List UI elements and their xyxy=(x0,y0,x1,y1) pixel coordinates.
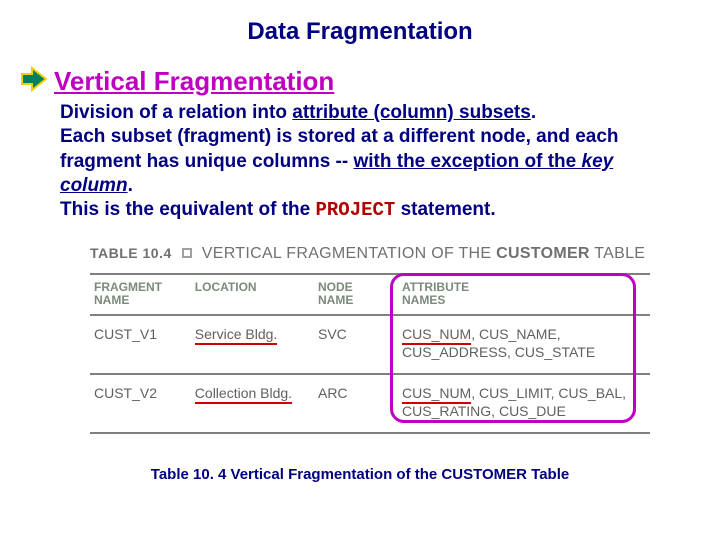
th-fragment: FRAGMENT NAME xyxy=(90,274,191,316)
th-node: NODE NAME xyxy=(314,274,398,316)
table-row: CUST_V1 Service Bldg. SVC CUS_NUM, CUS_N… xyxy=(90,315,650,374)
cell-fragment: CUST_V1 xyxy=(90,315,191,374)
body-p1b: attribute (column) subsets xyxy=(292,102,531,123)
slide-title: Data Fragmentation xyxy=(0,0,720,54)
location-underline: Service Bldg. xyxy=(195,326,277,345)
table-title-row: TABLE 10.4 VERTICAL FRAGMENTATION OF THE… xyxy=(90,245,650,263)
table-wrap: TABLE 10.4 VERTICAL FRAGMENTATION OF THE… xyxy=(90,245,650,435)
arrow-bullet-icon xyxy=(20,66,48,97)
table-row: CUST_V2 Collection Bldg. ARC CUS_NUM, CU… xyxy=(90,374,650,433)
cell-node: ARC xyxy=(314,374,398,433)
section-row: Vertical Fragmentation xyxy=(20,66,720,97)
cell-location: Service Bldg. xyxy=(191,315,314,374)
cell-attrs: CUS_NUM, CUS_LIMIT, CUS_BAL, CUS_RATING,… xyxy=(398,374,650,433)
cell-location: Collection Bldg. xyxy=(191,374,314,433)
code-project: PROJECT xyxy=(315,199,395,221)
location-underline: Collection Bldg. xyxy=(195,385,292,404)
table-title-b: CUSTOMER xyxy=(496,245,590,262)
cell-attrs: CUS_NUM, CUS_NAME, CUS_ADDRESS, CUS_STAT… xyxy=(398,315,650,374)
table-title: VERTICAL FRAGMENTATION OF THE CUSTOMER T… xyxy=(202,245,646,263)
body-text: Division of a relation into attribute (c… xyxy=(60,101,690,223)
table-title-c: TABLE xyxy=(590,245,645,262)
body-p1c: . xyxy=(531,102,536,123)
fragmentation-table: FRAGMENT NAME LOCATION NODE NAME ATTRIBU… xyxy=(90,273,650,435)
cell-node: SVC xyxy=(314,315,398,374)
table-title-a: VERTICAL FRAGMENTATION OF THE xyxy=(202,245,496,262)
body-p3a: This is the equivalent of the xyxy=(60,199,315,220)
cell-fragment: CUST_V2 xyxy=(90,374,191,433)
body-p3b: statement. xyxy=(395,199,495,220)
table-label: TABLE 10.4 xyxy=(90,245,172,261)
checkbox-icon xyxy=(182,248,192,258)
th-location: LOCATION xyxy=(191,274,314,316)
attr-key-underline: CUS_NUM xyxy=(402,385,471,404)
attr-key-underline: CUS_NUM xyxy=(402,326,471,345)
body-p2d: . xyxy=(128,175,133,196)
section-heading: Vertical Fragmentation xyxy=(54,66,334,97)
body-p1a: Division of a relation into xyxy=(60,102,292,123)
th-attrs: ATTRIBUTE NAMES xyxy=(398,274,650,316)
table-caption: Table 10. 4 Vertical Fragmentation of th… xyxy=(0,466,720,483)
table-header-row: FRAGMENT NAME LOCATION NODE NAME ATTRIBU… xyxy=(90,274,650,316)
body-p2b: with the exception of the xyxy=(353,151,581,172)
